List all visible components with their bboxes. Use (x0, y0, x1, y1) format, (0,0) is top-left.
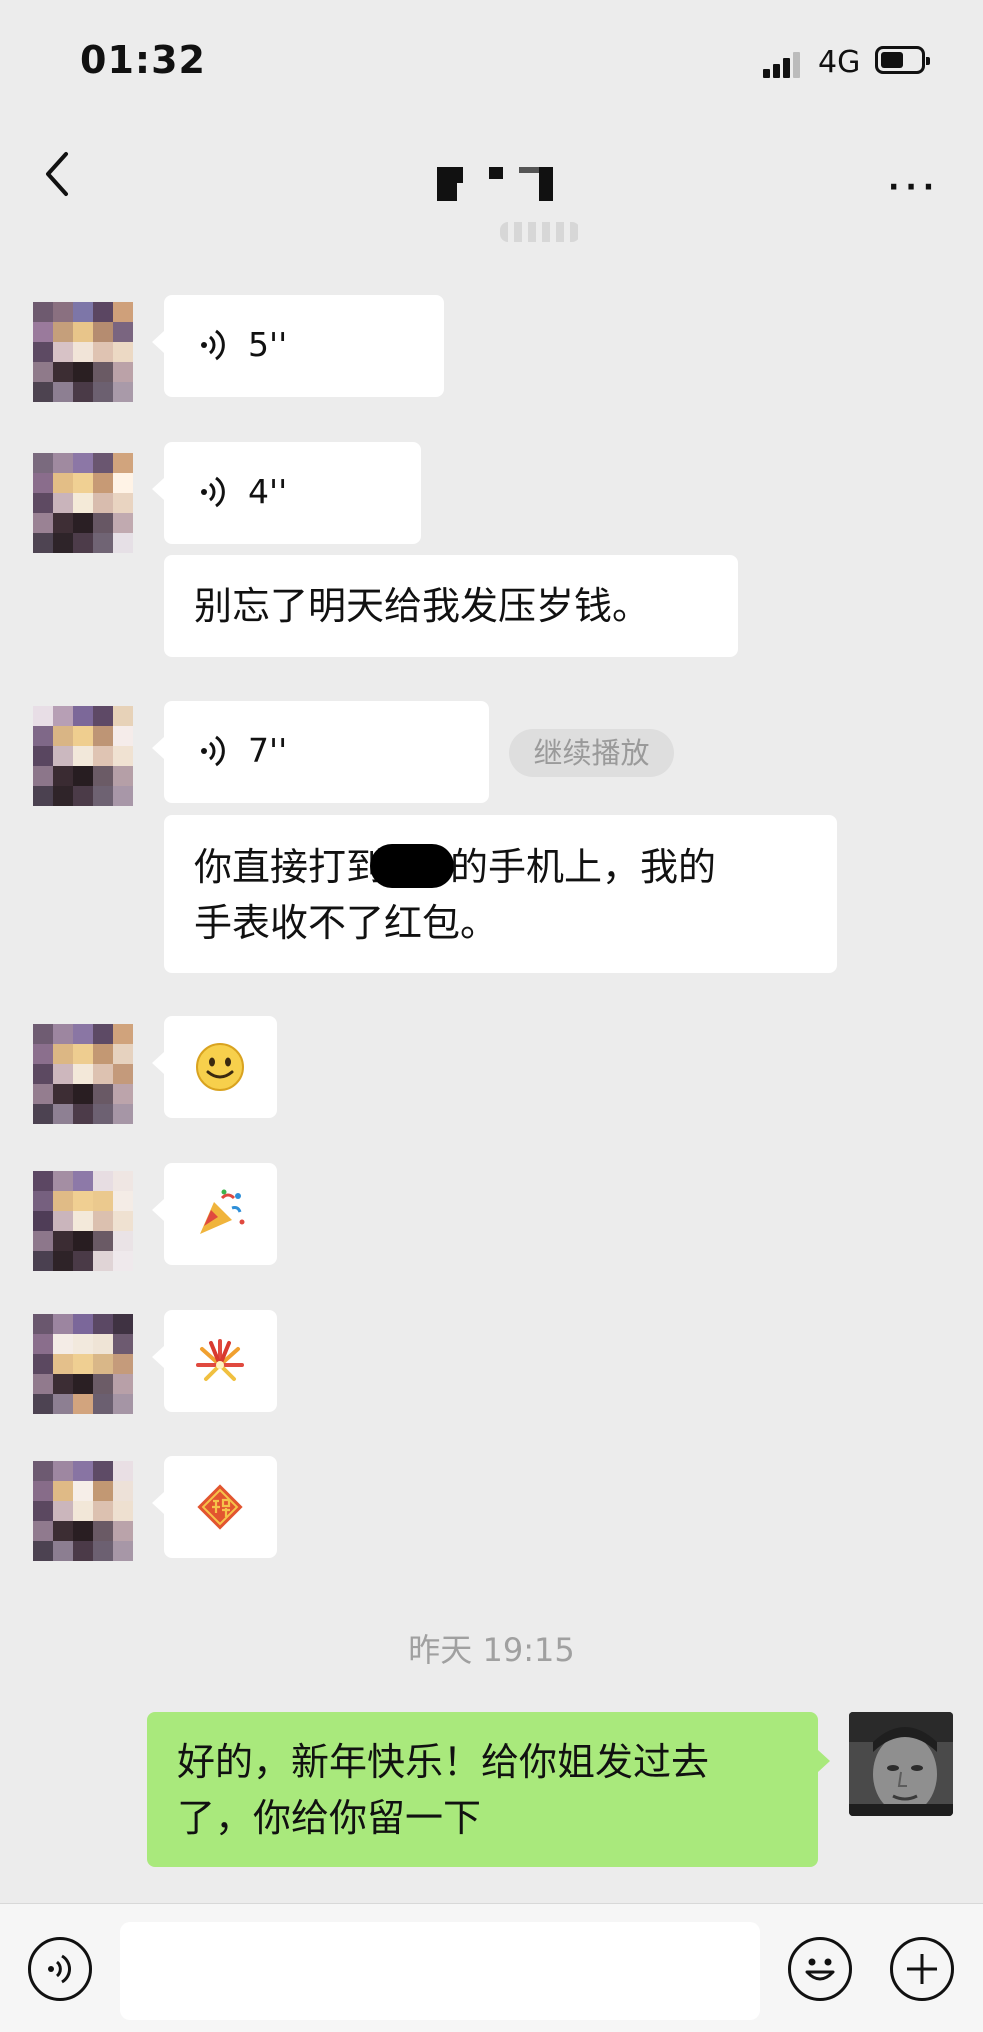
avatar[interactable] (33, 706, 133, 806)
avatar[interactable] (33, 1461, 133, 1561)
emoji-button[interactable] (788, 1937, 852, 2001)
blurred-subtitle (500, 222, 580, 242)
voice-duration: 7'' (248, 731, 288, 770)
signal-icon (763, 50, 805, 78)
message-text: 好的，新年快乐！给你姐发过去 (177, 1740, 710, 1784)
avatar[interactable] (33, 1171, 133, 1271)
my-avatar[interactable] (849, 1712, 953, 1816)
message-text: 了，你给你留一下 (177, 1796, 482, 1840)
party-popper-emoji-icon (200, 1189, 245, 1234)
back-button[interactable] (40, 150, 78, 198)
emoji-message[interactable] (152, 1163, 277, 1265)
voice-wave-icon (201, 476, 225, 508)
chat-title-redacted (437, 167, 557, 201)
outgoing-text-message[interactable]: 好的，新年快乐！给你姐发过去 了，你给你留一下 (147, 1712, 830, 1867)
voice-duration: 4'' (248, 472, 288, 511)
plus-button[interactable] (890, 1937, 954, 2001)
voice-duration: 5'' (248, 325, 288, 364)
redaction-blot (370, 844, 455, 888)
emoji-message[interactable] (152, 1456, 277, 1558)
chevron-left-icon (46, 152, 68, 196)
avatar[interactable] (33, 1314, 133, 1414)
time-divider: 昨天 19:15 (408, 1631, 575, 1669)
avatar[interactable] (33, 302, 133, 402)
emoji-message[interactable] (152, 1016, 277, 1118)
text-message[interactable]: 别忘了明天给我发压岁钱。 (164, 555, 738, 657)
voice-message[interactable]: 4'' (152, 442, 421, 544)
voice-wave-icon (201, 329, 225, 361)
message-text-part: 你直接打到 (194, 845, 385, 889)
text-message[interactable]: 你直接打到 的手机上，我的 手表收不了红包。 (164, 815, 837, 973)
avatar[interactable] (33, 453, 133, 553)
profile-photo (849, 1712, 953, 1816)
avatar[interactable] (33, 1024, 133, 1124)
message-input[interactable] (120, 1922, 760, 2020)
battery-icon (875, 46, 930, 74)
plus-icon (907, 1954, 937, 1984)
continue-play-button[interactable]: 继续播放 (509, 729, 674, 777)
voice-toggle-icon (48, 1954, 72, 1984)
message-text-part: 的手机上，我的 (450, 845, 717, 889)
more-button[interactable]: ··· (888, 170, 940, 205)
status-time: 01:32 (80, 38, 206, 82)
message-text: 别忘了明天给我发压岁钱。 (194, 584, 651, 628)
voice-toggle-button[interactable] (28, 1937, 92, 2001)
voice-message[interactable]: 5'' (152, 295, 444, 397)
emoji-icon (805, 1958, 835, 1981)
smile-emoji-icon (196, 1043, 244, 1091)
message-text: 手表收不了红包。 (194, 901, 499, 945)
fu-blessing-emoji-icon (197, 1484, 243, 1530)
fireworks-emoji-icon (196, 1339, 244, 1381)
voice-message[interactable]: 7'' (152, 701, 489, 803)
network-label: 4G (818, 45, 861, 80)
emoji-message[interactable] (152, 1310, 277, 1412)
voice-wave-icon (201, 735, 225, 767)
message-text: 你直接打到 的手机上，我的 (194, 839, 716, 895)
